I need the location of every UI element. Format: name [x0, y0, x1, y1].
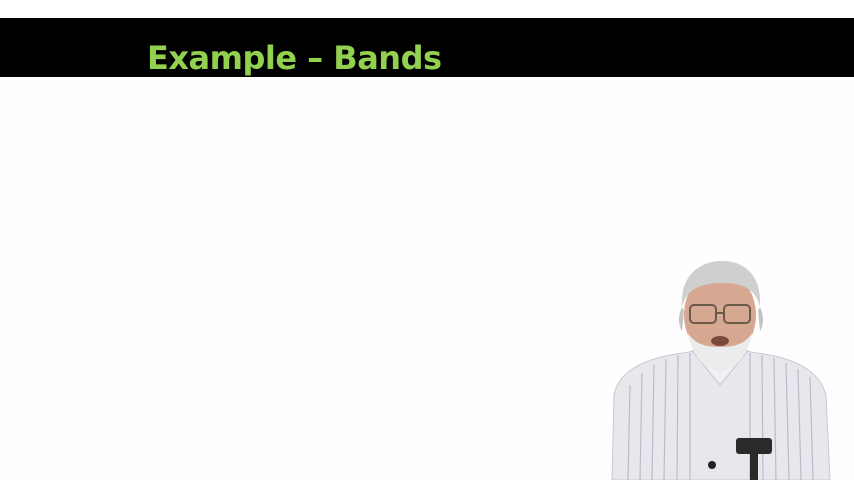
presenter-video [600, 255, 840, 481]
slide-title: Example – Bands [147, 39, 442, 77]
title-bar: Example – Bands [0, 18, 854, 77]
presenter-figure [611, 261, 831, 481]
lecture-slide: Example – Bands [0, 0, 854, 481]
